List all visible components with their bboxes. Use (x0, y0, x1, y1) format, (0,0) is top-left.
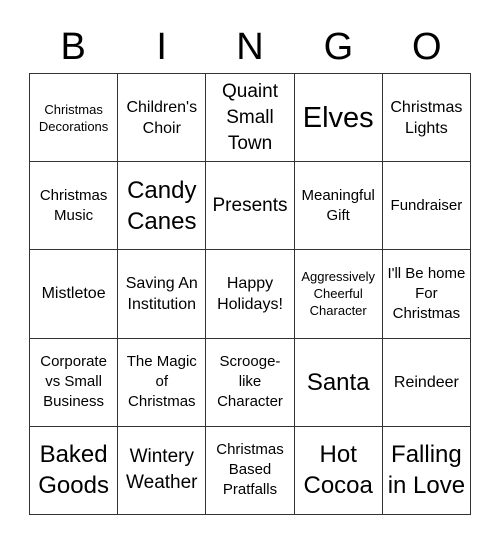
cell-label: Falling in Love (387, 441, 466, 500)
cell-label: Saving An Institution (125, 274, 198, 313)
header-letter-g: G (323, 26, 354, 68)
cell-label: Wintery Weather (126, 446, 198, 494)
cell-label: Children's Choir (126, 98, 198, 137)
bingo-cell[interactable]: Quaint Small Town (206, 74, 295, 163)
cell-label: Baked Goods (38, 441, 109, 500)
bingo-cell[interactable]: Reindeer (382, 338, 471, 427)
bingo-cell[interactable]: Corporate vs Small Business (30, 338, 119, 427)
bingo-cell[interactable]: Baked Goods (30, 426, 119, 515)
cell-label: Christmas Decorations (38, 101, 109, 134)
bingo-cell[interactable]: Wintery Weather (118, 426, 207, 515)
bingo-cell[interactable]: Elves (294, 74, 383, 163)
bingo-cell[interactable]: Scrooge-like Character (206, 338, 295, 427)
bingo-cell[interactable]: Mistletoe (30, 250, 119, 339)
bingo-cell[interactable]: Candy Canes (118, 162, 207, 251)
bingo-cell[interactable]: Christmas Music (30, 162, 119, 251)
bingo-cell[interactable]: Santa (294, 338, 383, 427)
cell-label: The Magic of Christmas (126, 353, 197, 411)
cell-label: Candy Canes (127, 176, 197, 235)
header-letter-b: B (60, 26, 86, 68)
bingo-cell[interactable]: Meaningful Gift (294, 162, 383, 251)
cell-label: Quaint Small Town (222, 80, 278, 154)
cell-label: I'll Be home For Christmas (387, 264, 466, 322)
cell-label: Hot Cocoa (303, 441, 373, 500)
cell-label: Elves (302, 101, 374, 134)
cell-label: Santa (306, 368, 370, 396)
bingo-header: B I N G O (29, 22, 471, 72)
header-letter-o: O (412, 26, 442, 68)
cell-label: Happy Holidays! (217, 274, 283, 313)
bingo-cell[interactable]: Happy Holidays! (206, 250, 295, 339)
bingo-cell[interactable]: Christmas Based Pratfalls (206, 426, 295, 515)
bingo-grid: Christmas Decorations Children's Choir Q… (29, 73, 471, 515)
bingo-cell[interactable]: Falling in Love (382, 426, 471, 515)
cell-label: Reindeer (393, 373, 459, 391)
bingo-cell[interactable]: I'll Be home For Christmas (382, 250, 471, 339)
cell-label: Presents (212, 194, 288, 216)
cell-label: Fundraiser (390, 196, 463, 214)
cell-label: Christmas Based Pratfalls (216, 441, 284, 499)
cell-label: Meaningful Gift (301, 186, 375, 224)
cell-label: Scrooge-like Character (217, 353, 283, 411)
bingo-cell[interactable]: Fundraiser (382, 162, 471, 251)
cell-label: Christmas Lights (390, 98, 463, 137)
bingo-cell[interactable]: Aggressively Cheerful Character (294, 250, 383, 339)
cell-label: Christmas Music (39, 186, 108, 224)
bingo-cell[interactable]: Christmas Lights (382, 74, 471, 163)
bingo-cell[interactable]: Presents (206, 162, 295, 251)
bingo-cell[interactable]: Children's Choir (118, 74, 207, 163)
cell-label: Corporate vs Small Business (40, 353, 107, 411)
header-letter-i: I (156, 26, 167, 68)
cell-label: Mistletoe (41, 285, 106, 303)
header-letter-n: N (236, 26, 264, 68)
bingo-cell[interactable]: Hot Cocoa (294, 426, 383, 515)
cell-label: Aggressively Cheerful Character (301, 269, 376, 319)
bingo-cell[interactable]: Saving An Institution (118, 250, 207, 339)
bingo-cell[interactable]: Christmas Decorations (30, 74, 119, 163)
bingo-cell[interactable]: The Magic of Christmas (118, 338, 207, 427)
